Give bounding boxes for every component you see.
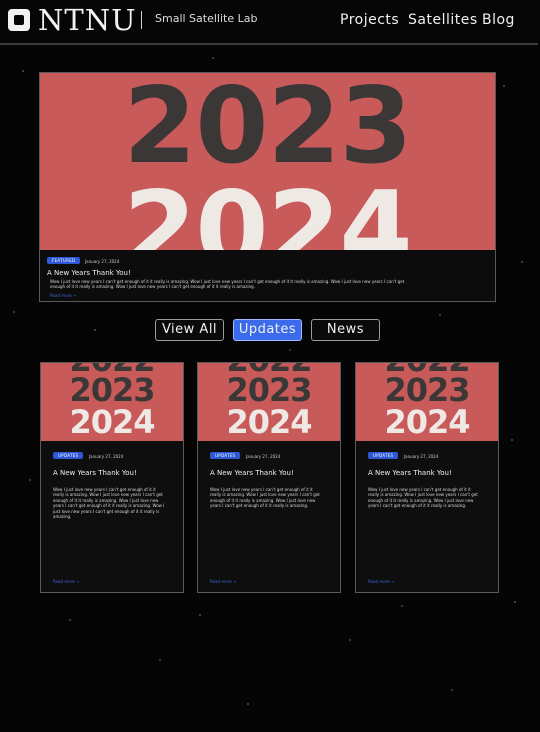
filter-updates-button[interactable]: Updates (233, 319, 302, 341)
brand-divider (141, 11, 142, 29)
post-card[interactable]: 2022 2023 2024 UPDATES January 27, 2024 … (197, 362, 341, 593)
ntnu-logo-icon[interactable] (8, 9, 30, 31)
post-read-more-link[interactable]: Read more → (53, 579, 79, 584)
post-title[interactable]: A New Years Thank You! (368, 469, 452, 477)
post-banner-image: 2022 2023 2024 (356, 363, 498, 441)
nav-satellites[interactable]: Satellites (408, 12, 478, 28)
post-excerpt: Wow I just love new years I can't get en… (53, 487, 165, 519)
nav-projects[interactable]: Projects (340, 12, 399, 28)
post-read-more-link[interactable]: Read more → (210, 579, 236, 584)
post-tag: UPDATES (210, 452, 241, 459)
brand-subtitle[interactable]: Small Satellite Lab (155, 12, 257, 25)
banner-year: 2024 (69, 403, 155, 441)
filter-news-button[interactable]: News (311, 319, 380, 341)
nav-blog[interactable]: Blog (482, 12, 515, 28)
featured-title[interactable]: A New Years Thank You! (47, 269, 131, 277)
featured-excerpt: Wow I just love new years I can't get en… (50, 279, 405, 290)
post-title[interactable]: A New Years Thank You! (53, 469, 137, 477)
post-excerpt: Wow I just love new years I can't get en… (368, 487, 478, 509)
featured-banner-image: 2023 2024 (40, 73, 495, 250)
post-date: January 27, 2024 (246, 454, 281, 459)
post-excerpt: Wow I just love new years I can't get en… (210, 487, 320, 509)
site-header: NTNU Small Satellite Lab Projects Satell… (0, 0, 538, 45)
brand-name[interactable]: NTNU (38, 3, 137, 37)
featured-post-card[interactable]: 2023 2024 FEATURED January 27, 2024 A Ne… (39, 72, 496, 302)
banner-year: 2024 (123, 169, 412, 250)
post-date: January 27, 2024 (89, 454, 124, 459)
filter-view-all-button[interactable]: View All (155, 319, 224, 341)
banner-year: 2024 (384, 403, 470, 441)
post-tag: UPDATES (368, 452, 399, 459)
post-banner-image: 2022 2023 2024 (41, 363, 183, 441)
featured-read-more-link[interactable]: Read more → (50, 293, 76, 298)
featured-tag: FEATURED (47, 257, 81, 264)
banner-year: 2024 (226, 403, 312, 441)
post-date: January 27, 2024 (404, 454, 439, 459)
post-read-more-link[interactable]: Read more → (368, 579, 394, 584)
post-banner-image: 2022 2023 2024 (198, 363, 340, 441)
post-title[interactable]: A New Years Thank You! (210, 469, 294, 477)
post-tag: UPDATES (53, 452, 84, 459)
post-card[interactable]: 2022 2023 2024 UPDATES January 27, 2024 … (355, 362, 499, 593)
post-card[interactable]: 2022 2023 2024 UPDATES January 27, 2024 … (40, 362, 184, 593)
featured-date: January 27, 2024 (85, 259, 120, 264)
